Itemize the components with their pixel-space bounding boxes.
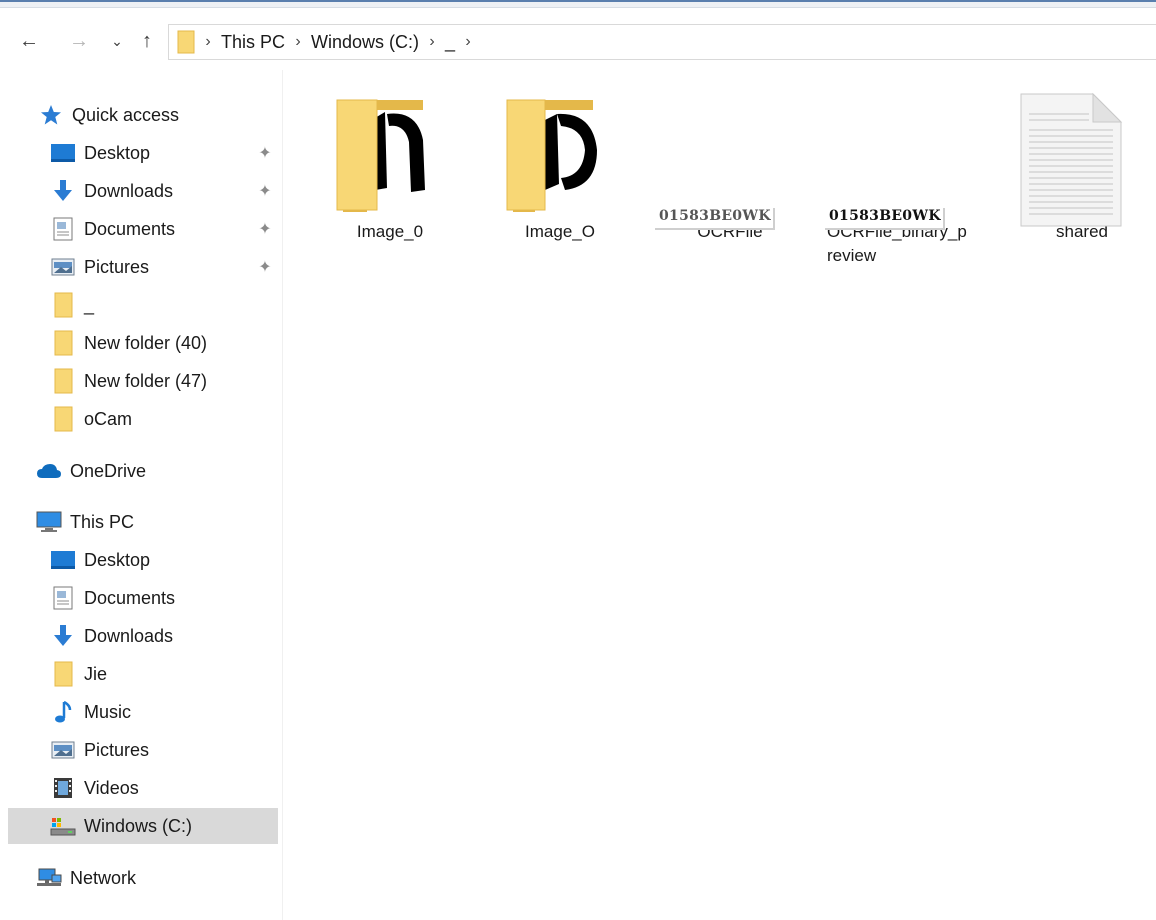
- breadcrumb-separator[interactable]: ›: [419, 33, 445, 51]
- breadcrumb-this-pc[interactable]: This PC: [221, 32, 285, 53]
- folder-icon: [506, 99, 607, 214]
- file-name: Image_0: [356, 222, 424, 241]
- file-list: Image_0 Image_O 01583BE0WK OCRFile 01583…: [300, 80, 1156, 920]
- breadcrumb-separator[interactable]: ›: [455, 33, 481, 51]
- back-button[interactable]: ←: [16, 28, 42, 54]
- pane-divider: [282, 70, 283, 920]
- sidebar-item-label: OneDrive: [70, 460, 147, 481]
- sidebar-item-label: Music: [84, 701, 132, 722]
- sidebar-item-pictures[interactable]: Pictures: [50, 249, 149, 285]
- sidebar-item-label: Videos: [84, 777, 139, 798]
- sidebar-item-videos[interactable]: Videos: [50, 770, 139, 806]
- sidebar-item-label: New folder (40): [84, 332, 208, 353]
- sidebar-item-pictures[interactable]: Pictures: [50, 732, 149, 768]
- desktop-icon: [50, 140, 76, 166]
- folder-icon: [50, 406, 76, 432]
- downloads-icon: [50, 178, 76, 204]
- breadcrumb[interactable]: › This PC › Windows (C:) › _ ›: [168, 24, 1156, 60]
- file-item-shared[interactable]: shared: [985, 80, 1155, 244]
- network-icon: [36, 865, 62, 891]
- downloads-icon: [50, 623, 76, 649]
- sidebar-item-label: Quick access: [72, 104, 180, 125]
- image-preview: 01583BE0WK: [655, 208, 775, 230]
- sidebar-item-onedrive[interactable]: OneDrive: [36, 453, 146, 489]
- cloud-icon: [36, 458, 62, 484]
- forward-button[interactable]: →: [66, 28, 92, 54]
- folder-icon: [50, 330, 76, 356]
- sidebar-item-label: Documents: [84, 587, 176, 608]
- sidebar-item-desktop[interactable]: Desktop: [50, 135, 150, 171]
- sidebar-item-underscore[interactable]: _: [50, 287, 94, 323]
- folder-icon: [50, 368, 76, 394]
- sidebar-item-label: This PC: [70, 511, 135, 532]
- sidebar-item-new-folder-40[interactable]: New folder (40): [50, 325, 207, 361]
- up-button[interactable]: ↑: [134, 28, 160, 54]
- file-item-image-o[interactable]: Image_O: [475, 80, 645, 244]
- address-bar: ← → ⌄ ↑ › This PC › Windows (C:) › _ ›: [0, 18, 1156, 66]
- sidebar-item-windows-c[interactable]: Windows (C:): [8, 808, 278, 844]
- breadcrumb-separator[interactable]: ›: [195, 33, 221, 51]
- file-item-ocrfile[interactable]: 01583BE0WK OCRFile: [645, 80, 815, 244]
- sidebar-item-desktop[interactable]: Desktop: [50, 542, 150, 578]
- sidebar-item-jie[interactable]: Jie: [50, 656, 107, 692]
- pin-icon[interactable]: ✦: [256, 220, 274, 238]
- file-item-ocrfile-binary-preview[interactable]: 01583BE0WK OCRFile_binary_p review: [815, 80, 985, 268]
- star-icon: [38, 102, 64, 128]
- sidebar-item-downloads[interactable]: Downloads: [50, 618, 173, 654]
- sidebar-item-label: Pictures: [84, 256, 150, 277]
- sidebar-item-ocam[interactable]: oCam: [50, 401, 132, 437]
- breadcrumb-separator[interactable]: ›: [285, 33, 311, 51]
- videos-icon: [50, 775, 76, 801]
- sidebar-item-downloads[interactable]: Downloads: [50, 173, 173, 209]
- sidebar-item-label: Downloads: [84, 180, 174, 201]
- sidebar-item-label: Jie: [84, 663, 108, 684]
- sidebar-item-label: Desktop: [84, 549, 151, 570]
- sidebar-item-label: oCam: [84, 408, 133, 429]
- folder-icon: [50, 661, 76, 687]
- sidebar-item-label: Documents: [84, 218, 176, 239]
- breadcrumb-windows-c[interactable]: Windows (C:): [311, 32, 419, 53]
- sidebar-item-label: Network: [70, 867, 137, 888]
- navigation-pane: Quick access Desktop ✦ Downloads ✦ Docum…: [0, 92, 282, 920]
- sidebar-item-label: Windows (C:): [84, 815, 193, 836]
- document-icon: [1020, 92, 1123, 227]
- sidebar-item-label: Pictures: [84, 739, 150, 760]
- sidebar-item-new-folder-47[interactable]: New folder (47): [50, 363, 207, 399]
- sidebar-item-label: Desktop: [84, 142, 151, 163]
- sidebar-item-network[interactable]: Network: [36, 860, 136, 896]
- sidebar-item-documents[interactable]: Documents: [50, 211, 175, 247]
- folder-icon: [50, 292, 76, 318]
- breadcrumb-underscore[interactable]: _: [445, 32, 455, 53]
- pin-icon[interactable]: ✦: [256, 258, 274, 276]
- recent-locations-button[interactable]: ⌄: [104, 28, 130, 54]
- sidebar-item-label: Downloads: [84, 625, 174, 646]
- sidebar-item-this-pc[interactable]: This PC: [36, 504, 134, 540]
- sidebar-item-music[interactable]: Music: [50, 694, 131, 730]
- desktop-icon: [50, 547, 76, 573]
- window-accent-line: [0, 0, 1156, 2]
- documents-icon: [50, 216, 76, 242]
- file-name: Image_O: [525, 222, 595, 241]
- pictures-icon: [50, 737, 76, 763]
- documents-icon: [50, 585, 76, 611]
- music-icon: [50, 699, 76, 725]
- sidebar-item-documents[interactable]: Documents: [50, 580, 175, 616]
- folder-icon: [177, 30, 195, 54]
- image-preview: 01583BE0WK: [825, 208, 945, 230]
- computer-icon: [36, 509, 62, 535]
- sidebar-item-label: New folder (47): [84, 370, 208, 391]
- window-top-edge: [0, 0, 1156, 8]
- drive-icon: [50, 813, 76, 839]
- file-item-image-0[interactable]: Image_0: [305, 80, 475, 244]
- folder-icon: [336, 99, 437, 220]
- pin-icon[interactable]: ✦: [256, 182, 274, 200]
- pin-icon[interactable]: ✦: [256, 144, 274, 162]
- sidebar-item-label: _: [84, 294, 95, 315]
- sidebar-item-quick-access[interactable]: Quick access: [38, 97, 179, 133]
- pictures-icon: [50, 254, 76, 280]
